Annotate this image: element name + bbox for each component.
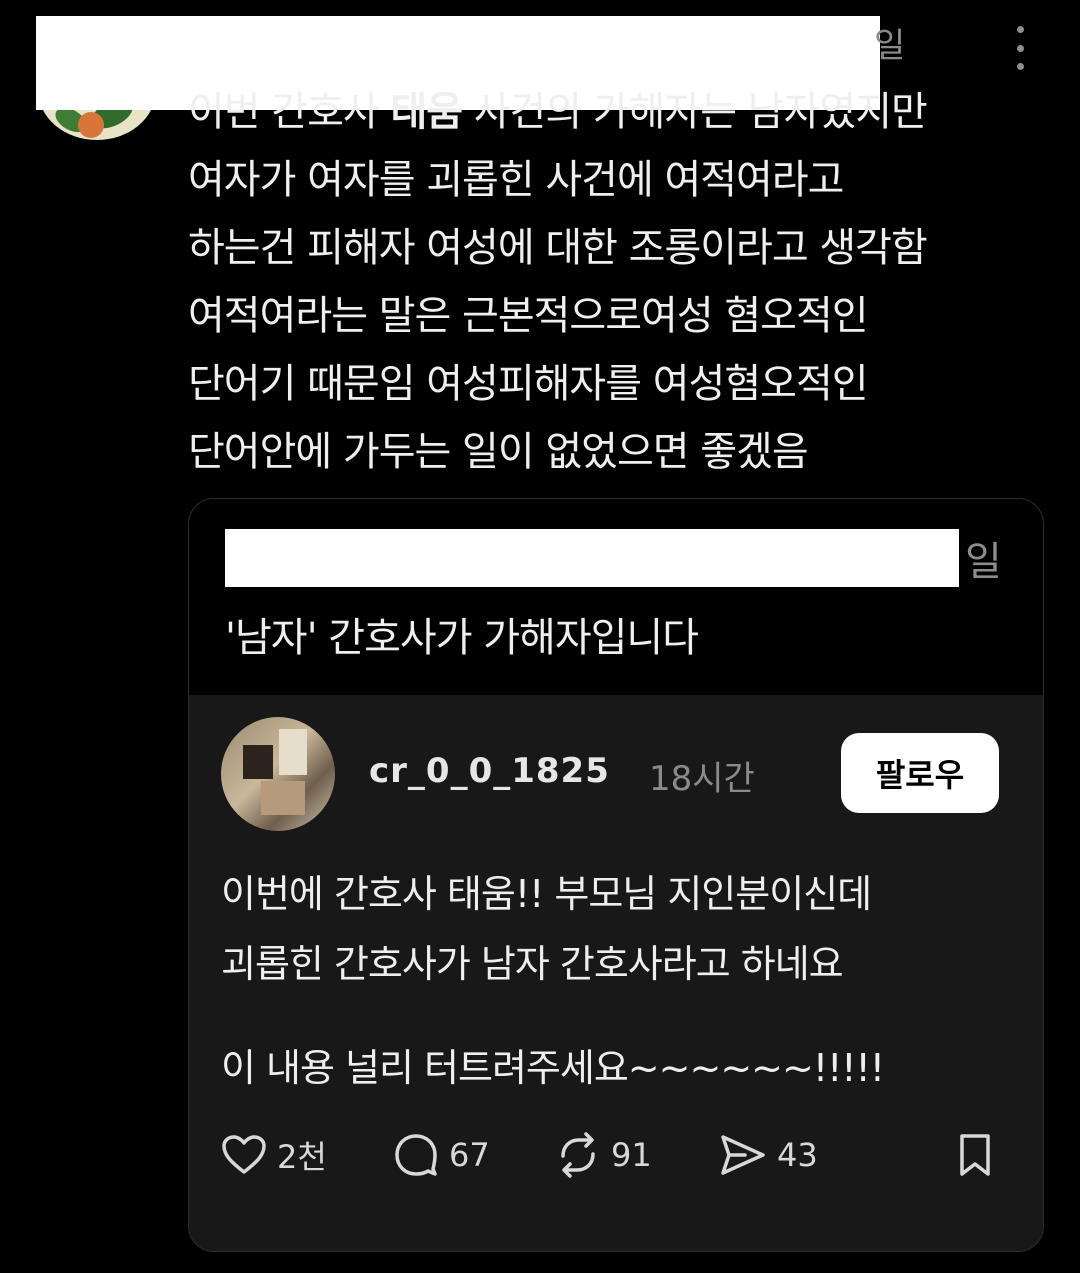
like-count: 2천: [277, 1138, 327, 1176]
quoted-header: 일 '남자' 간호사가 가해자입니다: [189, 499, 1043, 695]
action-bar: 2천 67 91 43: [221, 1125, 1021, 1185]
redacted-header-extension: [36, 80, 158, 110]
comment-button[interactable]: 67: [393, 1125, 490, 1185]
thread-page: 일 이번 간호사 태움 사건의 가해자는 남자였지만 여자가 여자를 괴롭힌 사…: [0, 0, 1080, 1273]
repost-button[interactable]: 91: [555, 1125, 652, 1185]
embedded-timestamp: 18시간: [649, 759, 755, 799]
repost-count: 91: [611, 1136, 652, 1174]
embedded-avatar[interactable]: [221, 717, 335, 831]
embedded-body: 이번에 간호사 태움!! 부모님 지인분이신데 괴롭힌 간호사가 남자 간호사라…: [221, 859, 1021, 1103]
post-line: 여적여라는 말은 근본적으로여성 혐오적인: [188, 293, 869, 339]
bookmark-button[interactable]: [957, 1125, 993, 1185]
like-button[interactable]: 2천: [221, 1125, 327, 1185]
comment-count: 67: [449, 1136, 490, 1174]
embedded-line: 이번에 간호사 태움!! 부모님 지인분이신데: [221, 872, 872, 916]
share-button[interactable]: 43: [719, 1125, 818, 1185]
embedded-line: 괴롭힌 간호사가 남자 간호사라고 하네요: [221, 942, 844, 986]
more-icon[interactable]: [1010, 26, 1030, 70]
post-line: 하는건 피해자 여성에 대한 조롱이라고 생각함: [188, 225, 928, 271]
post-line: 여자가 여자를 괴롭힌 사건에 여적여라고: [188, 157, 844, 203]
share-icon: [721, 1135, 765, 1175]
comment-icon: [395, 1134, 437, 1176]
embedded-username[interactable]: cr_0_0_1825: [369, 751, 610, 791]
quoted-post-card[interactable]: 일 '남자' 간호사가 가해자입니다 cr_0_0_1825 18시간 팔로우 …: [188, 498, 1044, 1252]
repost-icon: [561, 1132, 595, 1178]
post-body: 이번 간호사 태움 사건의 가해자는 남자였지만 여자가 여자를 괴롭힌 사건에…: [188, 78, 1058, 486]
bookmark-icon: [960, 1134, 990, 1176]
post-line: 이번 간호사 태움 사건의 가해자는 남자였지만: [188, 89, 928, 135]
embedded-line: 이 내용 널리 터트려주세요~~~~~~!!!!!: [221, 1046, 885, 1090]
share-count: 43: [777, 1136, 818, 1174]
embedded-post[interactable]: cr_0_0_1825 18시간 팔로우 이번에 간호사 태움!! 부모님 지인…: [189, 695, 1043, 1251]
redacted-quoted-header: [225, 529, 959, 587]
post-line: 단어기 때문임 여성피해자를 여성혐오적인: [188, 361, 869, 407]
follow-button[interactable]: 팔로우: [841, 733, 999, 813]
post-line: 단어안에 가두는 일이 없었으면 좋겠음: [188, 429, 809, 475]
heart-icon: [222, 1135, 266, 1174]
quoted-text: '남자' 간호사가 가해자입니다: [225, 615, 699, 661]
quoted-header-tail: 일: [965, 539, 1002, 585]
header-tail-text: 일: [874, 26, 906, 66]
